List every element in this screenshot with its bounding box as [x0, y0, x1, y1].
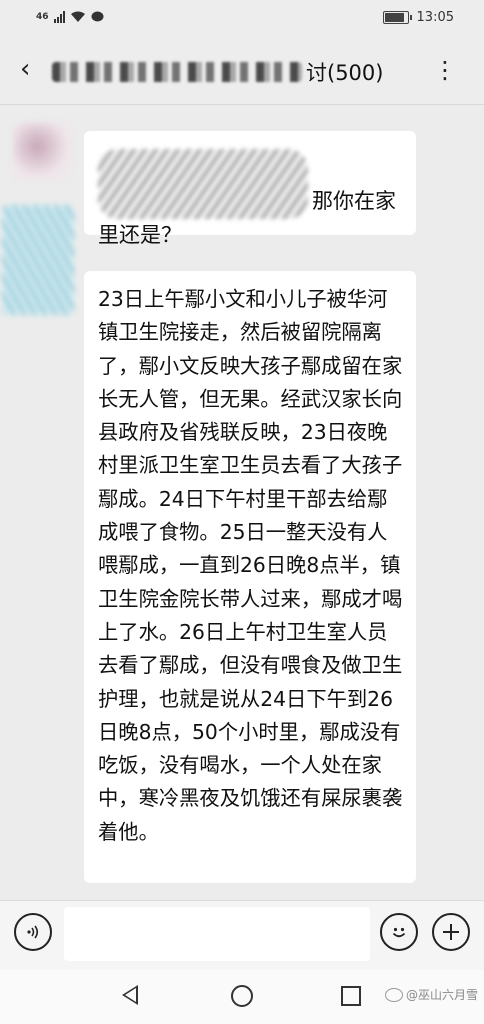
chat-notification-icon — [91, 11, 104, 22]
chat-title: 讨(500) — [52, 57, 392, 87]
redacted-group-name — [52, 62, 302, 82]
input-bar — [0, 900, 484, 971]
back-button[interactable]: ‹ — [20, 56, 44, 82]
avatar[interactable] — [14, 123, 72, 181]
plus-icon — [443, 924, 459, 940]
watermark: @巫山六月雪 — [384, 986, 478, 1003]
back-icon: ‹ — [20, 54, 31, 84]
message-bubble[interactable]: 那你在家 里还是？ — [84, 131, 416, 247]
battery-icon — [382, 11, 412, 24]
clock: 13:05 — [416, 10, 454, 25]
voice-button[interactable] — [14, 913, 52, 951]
battery-level — [384, 13, 405, 22]
message-text: 23日上午鄢小文和小儿子被华河镇卫生院接走，然后被留院隔离了，鄢小文反映大孩子鄢… — [98, 287, 403, 844]
redaction-scribble — [98, 149, 308, 219]
message-text: 那你在家 — [312, 189, 396, 213]
wifi-icon — [70, 11, 85, 22]
signal-indicators: 46 — [36, 11, 104, 23]
emoji-button[interactable] — [380, 913, 418, 951]
nav-recents-icon[interactable] — [341, 986, 361, 1006]
voice-icon — [27, 925, 39, 939]
network-type-label: 46 — [36, 12, 49, 22]
more-icon: ⋮ — [433, 56, 458, 84]
nav-home-icon[interactable] — [231, 985, 253, 1007]
more-functions-button[interactable] — [432, 913, 470, 951]
more-options-button[interactable]: ⋮ — [433, 56, 458, 84]
status-bar: 46 13:05 — [0, 0, 484, 40]
message-text: 里还是？ — [98, 223, 182, 247]
signal-icon — [53, 11, 65, 23]
message-bubble[interactable]: 23日上午鄢小文和小儿子被华河镇卫生院接走，然后被留院隔离了，鄢小文反映大孩子鄢… — [84, 271, 416, 883]
emoji-icon — [392, 927, 406, 938]
chat-title-suffix: 讨(500) — [306, 61, 384, 85]
nav-back-icon[interactable] — [122, 985, 138, 1005]
message-list[interactable]: 那你在家 里还是？ 23日上午鄢小文和小儿子被华河镇卫生院接走，然后被留院隔离了… — [0, 105, 484, 900]
watermark-text: @巫山六月雪 — [405, 988, 478, 1002]
avatar[interactable] — [2, 205, 74, 315]
message-input[interactable] — [64, 907, 370, 961]
weibo-icon — [384, 987, 403, 1002]
chat-header: ‹ 讨(500) ⋮ — [0, 40, 484, 105]
